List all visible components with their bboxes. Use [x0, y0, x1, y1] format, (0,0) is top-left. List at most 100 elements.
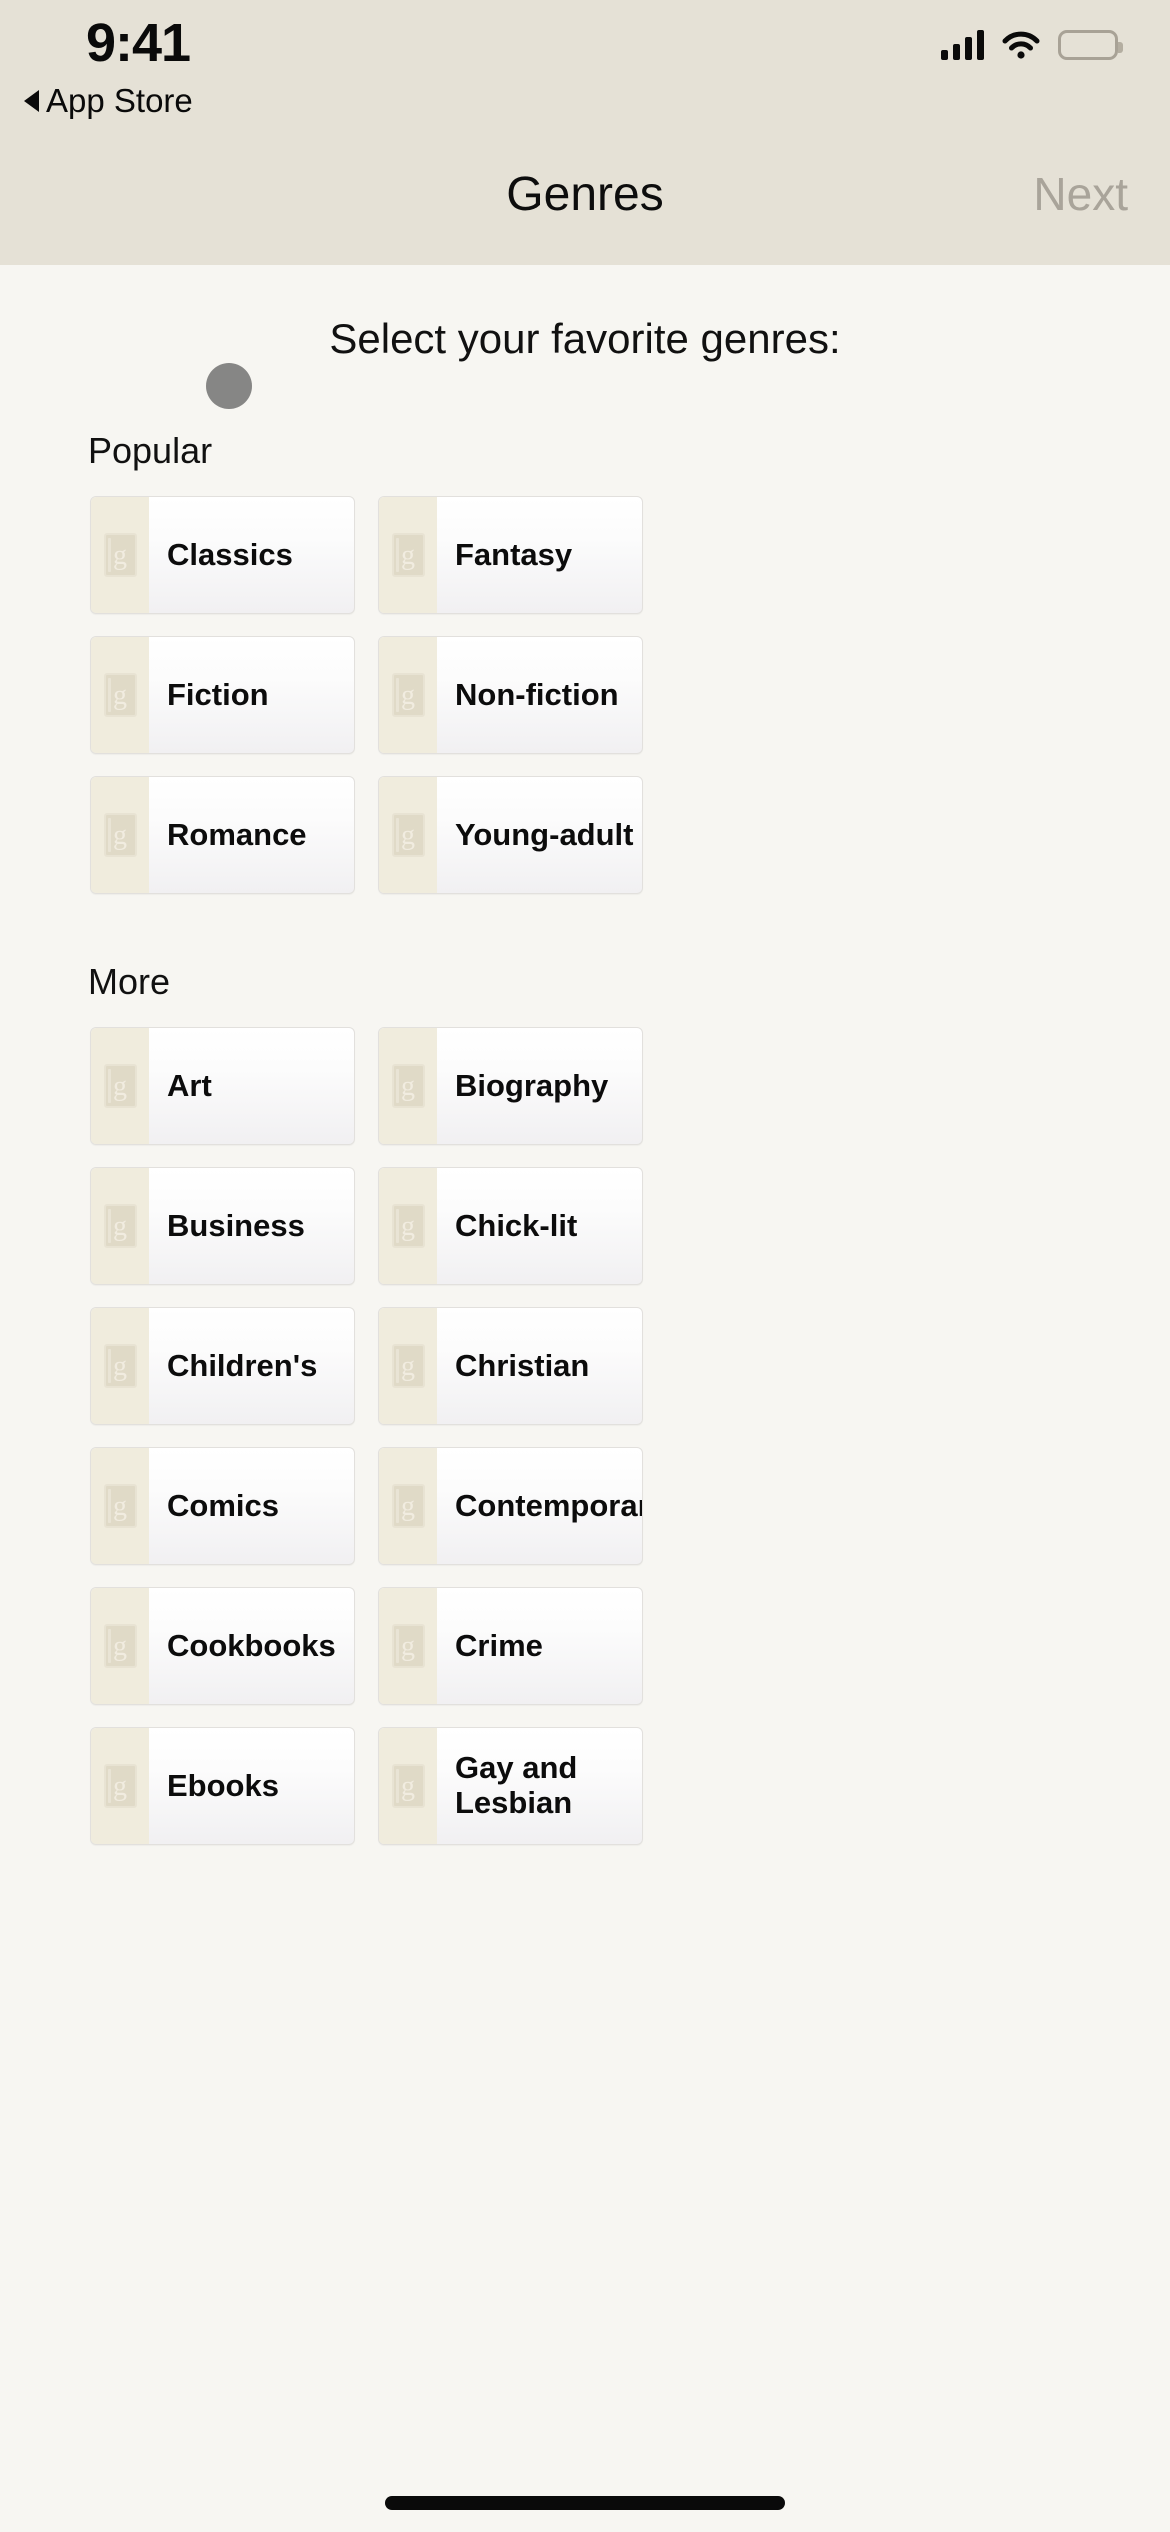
app-screen: 9:41 App Store Genres Next Select your f…: [0, 0, 1170, 2532]
genre-sections: Popular g Classics g Fantasy g Fiction g Non-fic…: [0, 430, 1170, 1845]
genre-thumbnail: g: [91, 1028, 149, 1144]
genre-thumbnail: g: [91, 497, 149, 613]
genre-card[interactable]: g Non-fiction: [378, 636, 643, 754]
genre-card-label: Comics: [167, 1487, 279, 1523]
book-g-icon: g: [103, 1484, 137, 1528]
book-g-icon: g: [391, 533, 425, 577]
navigation-bar: Genres Next: [0, 120, 1170, 265]
wifi-icon: [1002, 30, 1040, 60]
genre-card[interactable]: g Art: [90, 1027, 355, 1145]
genre-card-label: Non-fiction: [455, 676, 619, 712]
book-g-icon: g: [391, 673, 425, 717]
book-g-icon: g: [391, 1344, 425, 1388]
genre-card-label: Christian: [455, 1347, 590, 1383]
book-g-icon: g: [103, 1064, 137, 1108]
genre-card[interactable]: g Comics: [90, 1447, 355, 1565]
battery-icon: [1058, 30, 1123, 60]
genre-card[interactable]: g Ebooks: [90, 1727, 355, 1845]
genre-thumbnail: g: [91, 1448, 149, 1564]
genre-thumbnail: g: [379, 1728, 437, 1844]
genre-thumbnail: g: [91, 1168, 149, 1284]
genre-thumbnail: g: [91, 1308, 149, 1424]
genre-card-label: Business: [167, 1207, 305, 1243]
genre-card[interactable]: g Chick-lit: [378, 1167, 643, 1285]
genre-card[interactable]: g Fiction: [90, 636, 355, 754]
genre-card-label: Chick-lit: [455, 1207, 578, 1243]
genre-card[interactable]: g Gay and Lesbian: [378, 1727, 643, 1845]
genre-thumbnail: g: [379, 777, 437, 893]
signal-icon: [941, 30, 984, 60]
genre-card-label: Biography: [455, 1067, 609, 1103]
book-g-glyph: g: [113, 820, 127, 851]
genre-card-label: Cookbooks: [167, 1627, 336, 1663]
genre-grid-more: g Art g Biography g Business g Chick-lit g Childr…: [90, 1027, 1170, 1845]
genre-card[interactable]: g Fantasy: [378, 496, 643, 614]
genre-card-label: Classics: [167, 536, 293, 572]
book-g-glyph: g: [401, 1771, 415, 1802]
book-g-glyph: g: [113, 1491, 127, 1522]
genre-card[interactable]: g Business: [90, 1167, 355, 1285]
book-g-icon: g: [391, 1204, 425, 1248]
genre-thumbnail: g: [379, 1448, 437, 1564]
book-g-icon: g: [103, 1344, 137, 1388]
genre-thumbnail: g: [91, 1588, 149, 1704]
genre-card-label: Fantasy: [455, 536, 573, 572]
genre-card[interactable]: g Romance: [90, 776, 355, 894]
genre-thumbnail: g: [379, 1028, 437, 1144]
genre-thumbnail: g: [379, 497, 437, 613]
book-g-icon: g: [391, 1624, 425, 1668]
book-g-glyph: g: [401, 1211, 415, 1242]
book-g-glyph: g: [401, 1491, 415, 1522]
genre-thumbnail: g: [91, 777, 149, 893]
status-bar-time: 9:41: [86, 13, 191, 73]
book-g-icon: g: [391, 1484, 425, 1528]
genre-thumbnail: g: [379, 637, 437, 753]
top-chrome: 9:41 App Store Genres Next: [0, 0, 1170, 265]
genre-card[interactable]: g Crime: [378, 1587, 643, 1705]
back-to-app-store-button[interactable]: App Store: [24, 82, 193, 120]
book-g-glyph: g: [401, 1071, 415, 1102]
book-g-icon: g: [103, 1764, 137, 1808]
genre-card[interactable]: g Children's: [90, 1307, 355, 1425]
genre-thumbnail: g: [379, 1588, 437, 1704]
genre-thumbnail: g: [379, 1308, 437, 1424]
book-g-glyph: g: [113, 680, 127, 711]
book-g-icon: g: [391, 1764, 425, 1808]
main-content: Select your favorite genres: Popular g Cla…: [0, 265, 1170, 2532]
book-g-glyph: g: [401, 1351, 415, 1382]
genre-card[interactable]: g Cookbooks: [90, 1587, 355, 1705]
book-g-glyph: g: [113, 1211, 127, 1242]
book-g-icon: g: [391, 813, 425, 857]
genre-card[interactable]: g Christian: [378, 1307, 643, 1425]
section-header-popular: Popular: [88, 430, 213, 471]
genre-card-label: Crime: [455, 1627, 543, 1663]
next-button[interactable]: Next: [1033, 167, 1128, 221]
book-g-glyph: g: [113, 1631, 127, 1662]
back-label: App Store: [46, 82, 193, 119]
book-g-icon: g: [103, 1624, 137, 1668]
book-g-glyph: g: [113, 540, 127, 571]
book-g-glyph: g: [401, 1631, 415, 1662]
genre-card-label: Gay and Lesbian: [455, 1750, 578, 1820]
book-g-glyph: g: [401, 820, 415, 851]
home-indicator[interactable]: [385, 2496, 785, 2510]
status-bar: 9:41 App Store: [0, 0, 1170, 120]
genre-thumbnail: g: [91, 1728, 149, 1844]
genre-card[interactable]: g Young-adult: [378, 776, 643, 894]
genre-thumbnail: g: [379, 1168, 437, 1284]
genre-card[interactable]: g Contemporary: [378, 1447, 643, 1565]
genre-card-label: Romance: [167, 816, 307, 852]
genre-card[interactable]: g Biography: [378, 1027, 643, 1145]
genre-grid-popular: g Classics g Fantasy g Fiction g Non-fiction g Ro…: [90, 496, 1170, 894]
book-g-icon: g: [391, 1064, 425, 1108]
genre-card-label: Contemporary: [455, 1487, 642, 1523]
book-g-glyph: g: [113, 1771, 127, 1802]
book-g-icon: g: [103, 533, 137, 577]
genre-card-label: Children's: [167, 1347, 318, 1383]
prompt-text: Select your favorite genres:: [329, 315, 841, 362]
book-g-glyph: g: [401, 680, 415, 711]
genre-card-label: Fiction: [167, 676, 269, 712]
book-g-icon: g: [103, 813, 137, 857]
book-g-icon: g: [103, 673, 137, 717]
genre-card[interactable]: g Classics: [90, 496, 355, 614]
